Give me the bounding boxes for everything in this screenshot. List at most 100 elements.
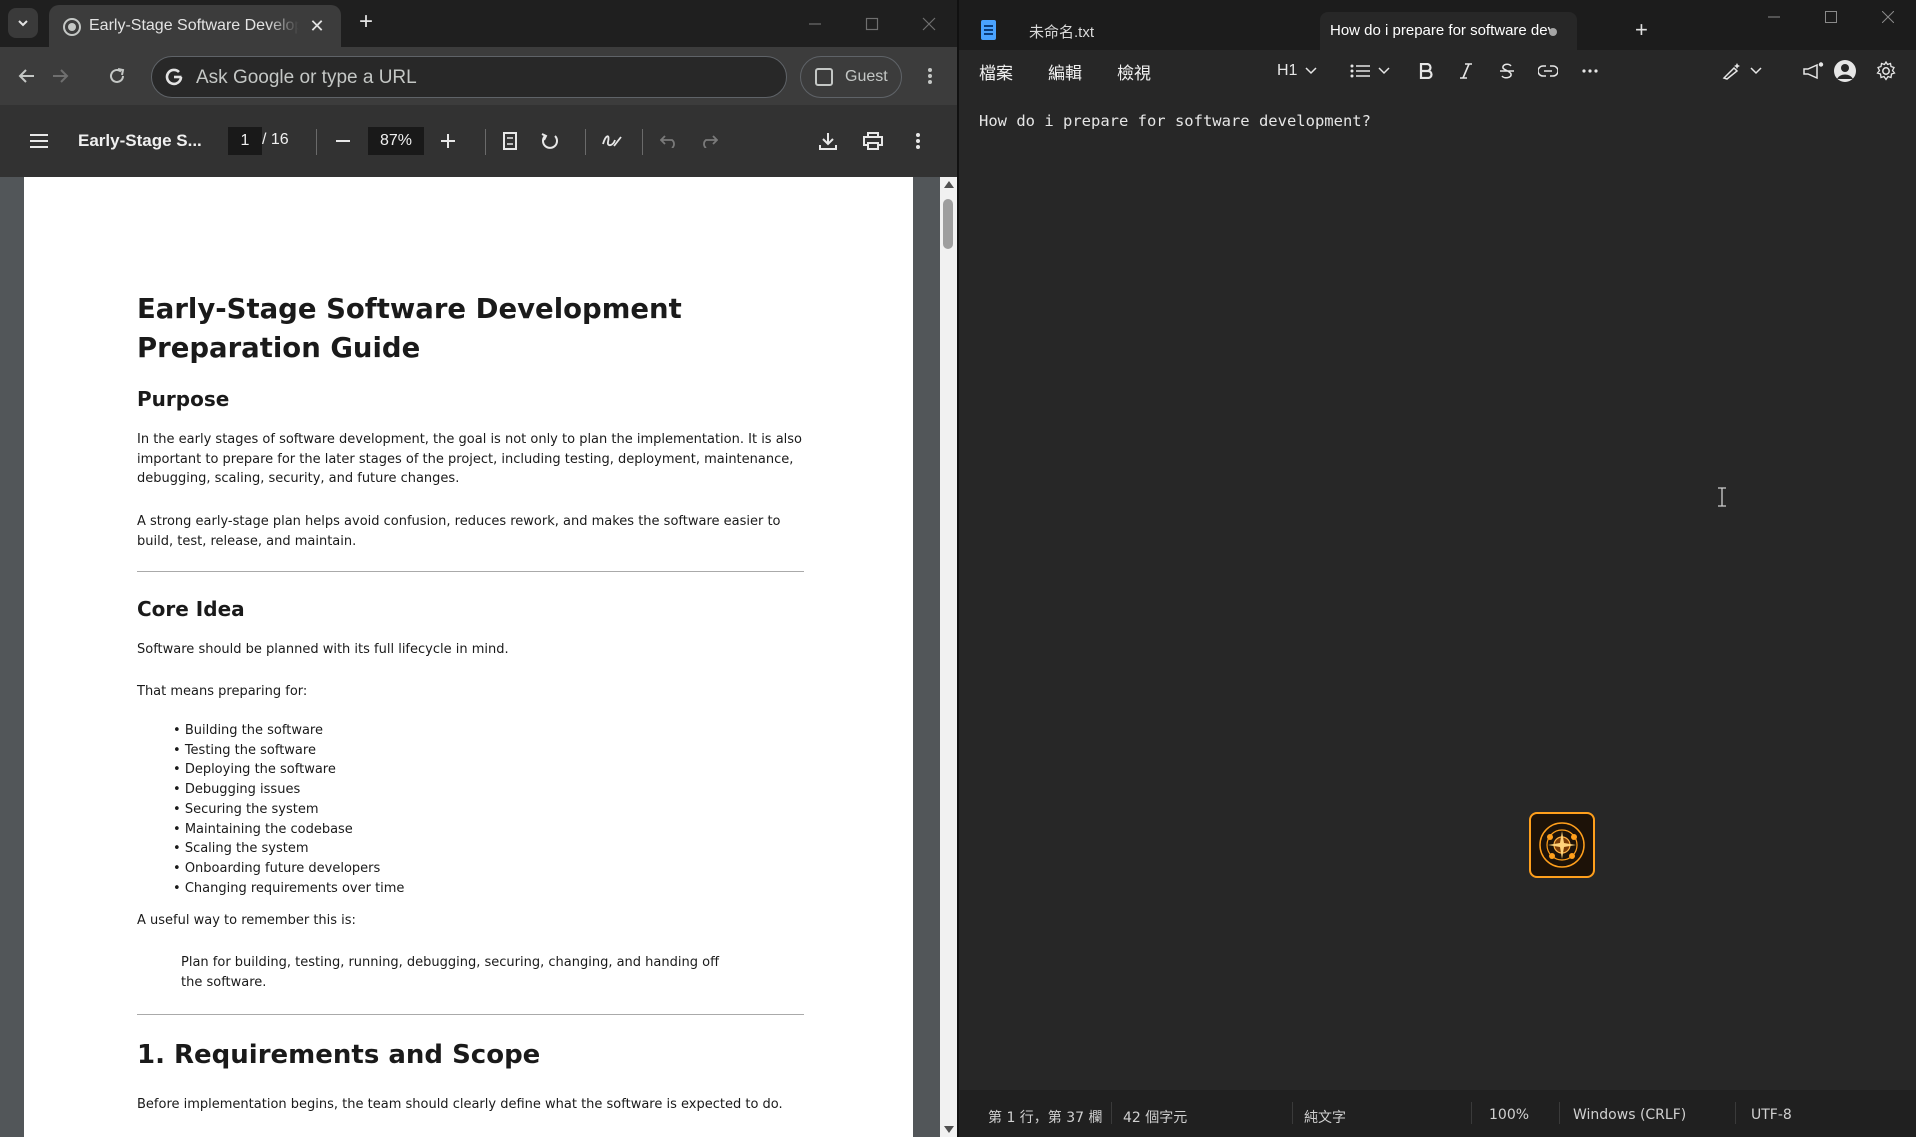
back-button[interactable]	[11, 60, 43, 92]
browser-menu-button[interactable]	[914, 60, 946, 92]
requirements-paragraph: Before implementation begins, the team s…	[137, 1097, 783, 1112]
chevron-down-icon	[1305, 67, 1317, 75]
minimize-button[interactable]	[1745, 0, 1802, 34]
heading-dropdown[interactable]: H1	[1277, 56, 1317, 86]
notepad-app-icon	[981, 20, 996, 40]
notepad-editor[interactable]: How do i prepare for software developmen…	[959, 92, 1916, 1090]
download-button[interactable]	[812, 125, 844, 157]
remember-quote: Plan for building, testing, running, deb…	[181, 955, 720, 990]
download-icon	[819, 133, 837, 150]
draw-icon	[602, 135, 622, 147]
sidebar-toggle-button[interactable]	[23, 125, 55, 157]
toolbar-divider	[585, 129, 586, 155]
copilot-rewrite-button[interactable]	[1722, 56, 1762, 86]
pdf-favicon-icon	[63, 18, 81, 36]
announcements-button[interactable]	[1802, 56, 1824, 86]
list-item: Maintaining the codebase	[173, 820, 404, 840]
fit-page-icon	[503, 132, 517, 150]
toolbar-divider	[485, 129, 486, 155]
close-icon	[1881, 11, 1894, 23]
account-button[interactable]	[1833, 56, 1857, 86]
undo-button[interactable]	[653, 125, 685, 157]
guest-icon	[815, 68, 833, 86]
menu-view[interactable]: 檢視	[1117, 59, 1151, 84]
remember-intro: A useful way to remember this is:	[137, 913, 356, 928]
line-ending[interactable]: Windows (CRLF)	[1573, 1107, 1686, 1123]
close-icon	[922, 17, 935, 30]
compass-emblem-icon	[1539, 822, 1585, 868]
italic-button[interactable]	[1459, 56, 1473, 86]
bold-button[interactable]	[1419, 56, 1433, 86]
rotate-button[interactable]	[534, 125, 566, 157]
forward-button[interactable]	[44, 60, 76, 92]
new-tab-button[interactable]: +	[352, 9, 380, 37]
unsaved-dot-icon[interactable]	[1549, 28, 1557, 36]
tab-search-button[interactable]	[8, 8, 38, 38]
purpose-paragraph-2: A strong early-stage plan helps avoid co…	[137, 514, 781, 549]
core-idea-heading: Core Idea	[137, 597, 245, 621]
tab-close-icon[interactable]: ✕	[305, 14, 329, 38]
print-button[interactable]	[857, 125, 889, 157]
annotate-button[interactable]	[596, 125, 628, 157]
undo-icon	[660, 135, 675, 148]
close-window-button[interactable]	[900, 0, 957, 47]
link-button[interactable]	[1538, 56, 1558, 86]
notepad-tab-untitled[interactable]: 未命名.txt	[1029, 21, 1094, 42]
strikethrough-button[interactable]	[1499, 56, 1515, 86]
scrollbar-thumb[interactable]	[943, 199, 953, 249]
scroll-down-arrow-icon[interactable]	[944, 1126, 954, 1133]
notepad-new-tab-button[interactable]: +	[1635, 17, 1648, 43]
menu-file[interactable]: 檔案	[979, 59, 1013, 84]
zoom-level[interactable]: 100%	[1489, 1107, 1529, 1123]
google-g-icon	[165, 68, 183, 86]
zoom-level-input[interactable]: 87%	[368, 127, 424, 155]
close-window-button[interactable]	[1859, 0, 1916, 34]
browser-toolbar: Ask Google or type a URL Guest	[0, 47, 957, 105]
status-divider	[1471, 1102, 1472, 1124]
encoding[interactable]: UTF-8	[1751, 1107, 1792, 1123]
floating-orange-emblem-icon[interactable]	[1529, 812, 1595, 878]
notepad-tab-active[interactable]: How do i prepare for software deve	[1320, 12, 1577, 50]
character-count: 42 個字元	[1123, 1110, 1188, 1126]
settings-button[interactable]	[1876, 56, 1896, 86]
reload-icon	[110, 68, 125, 83]
zoom-out-button[interactable]	[327, 125, 359, 157]
fit-page-button[interactable]	[494, 125, 526, 157]
redo-button[interactable]	[693, 125, 725, 157]
chrome-window: Early-Stage Software Develop ✕ + Ask Goo…	[0, 0, 957, 1137]
lifecycle-list: Building the software Testing the softwa…	[173, 721, 405, 898]
more-vert-icon	[928, 68, 932, 84]
menu-edit[interactable]: 編輯	[1048, 59, 1082, 84]
list-dropdown[interactable]	[1350, 56, 1390, 86]
zoom-in-button[interactable]	[432, 125, 464, 157]
maximize-icon	[865, 17, 878, 30]
purpose-paragraph-1: In the early stages of software developm…	[137, 432, 803, 486]
guest-profile-button[interactable]: Guest	[800, 56, 902, 98]
text-format[interactable]: 純文字	[1304, 1107, 1346, 1127]
list-item: Onboarding future developers	[173, 859, 404, 879]
reload-button[interactable]	[101, 60, 133, 92]
redo-icon	[703, 135, 718, 148]
bold-icon	[1419, 63, 1433, 79]
pdf-scrollbar[interactable]	[940, 177, 957, 1137]
minimize-icon	[808, 22, 821, 25]
pdf-viewport[interactable]: Early-Stage Software Development Prepara…	[0, 177, 957, 1137]
maximize-button[interactable]	[1802, 0, 1859, 34]
page-number-input[interactable]: 1	[228, 127, 262, 155]
editor-text[interactable]: How do i prepare for software developmen…	[979, 112, 1371, 130]
section-divider	[137, 1014, 804, 1015]
core-idea-paragraph: Software should be planned with its full…	[137, 642, 509, 657]
more-formatting-button[interactable]	[1582, 56, 1598, 86]
scroll-up-arrow-icon[interactable]	[944, 181, 954, 188]
minimize-button[interactable]	[786, 0, 843, 47]
maximize-button[interactable]	[843, 0, 900, 47]
pdf-more-button[interactable]	[902, 125, 934, 157]
list-item: Securing the system	[173, 800, 404, 820]
status-divider	[1292, 1102, 1293, 1124]
more-horiz-icon	[1582, 69, 1598, 73]
maximize-icon	[1824, 11, 1837, 23]
address-bar[interactable]: Ask Google or type a URL	[151, 56, 787, 98]
notepad-titlebar: 未命名.txt How do i prepare for software de…	[959, 0, 1916, 50]
browser-tab[interactable]: Early-Stage Software Develop ✕	[49, 5, 341, 47]
notepad-tab-title: How do i prepare for software deve	[1330, 22, 1550, 39]
